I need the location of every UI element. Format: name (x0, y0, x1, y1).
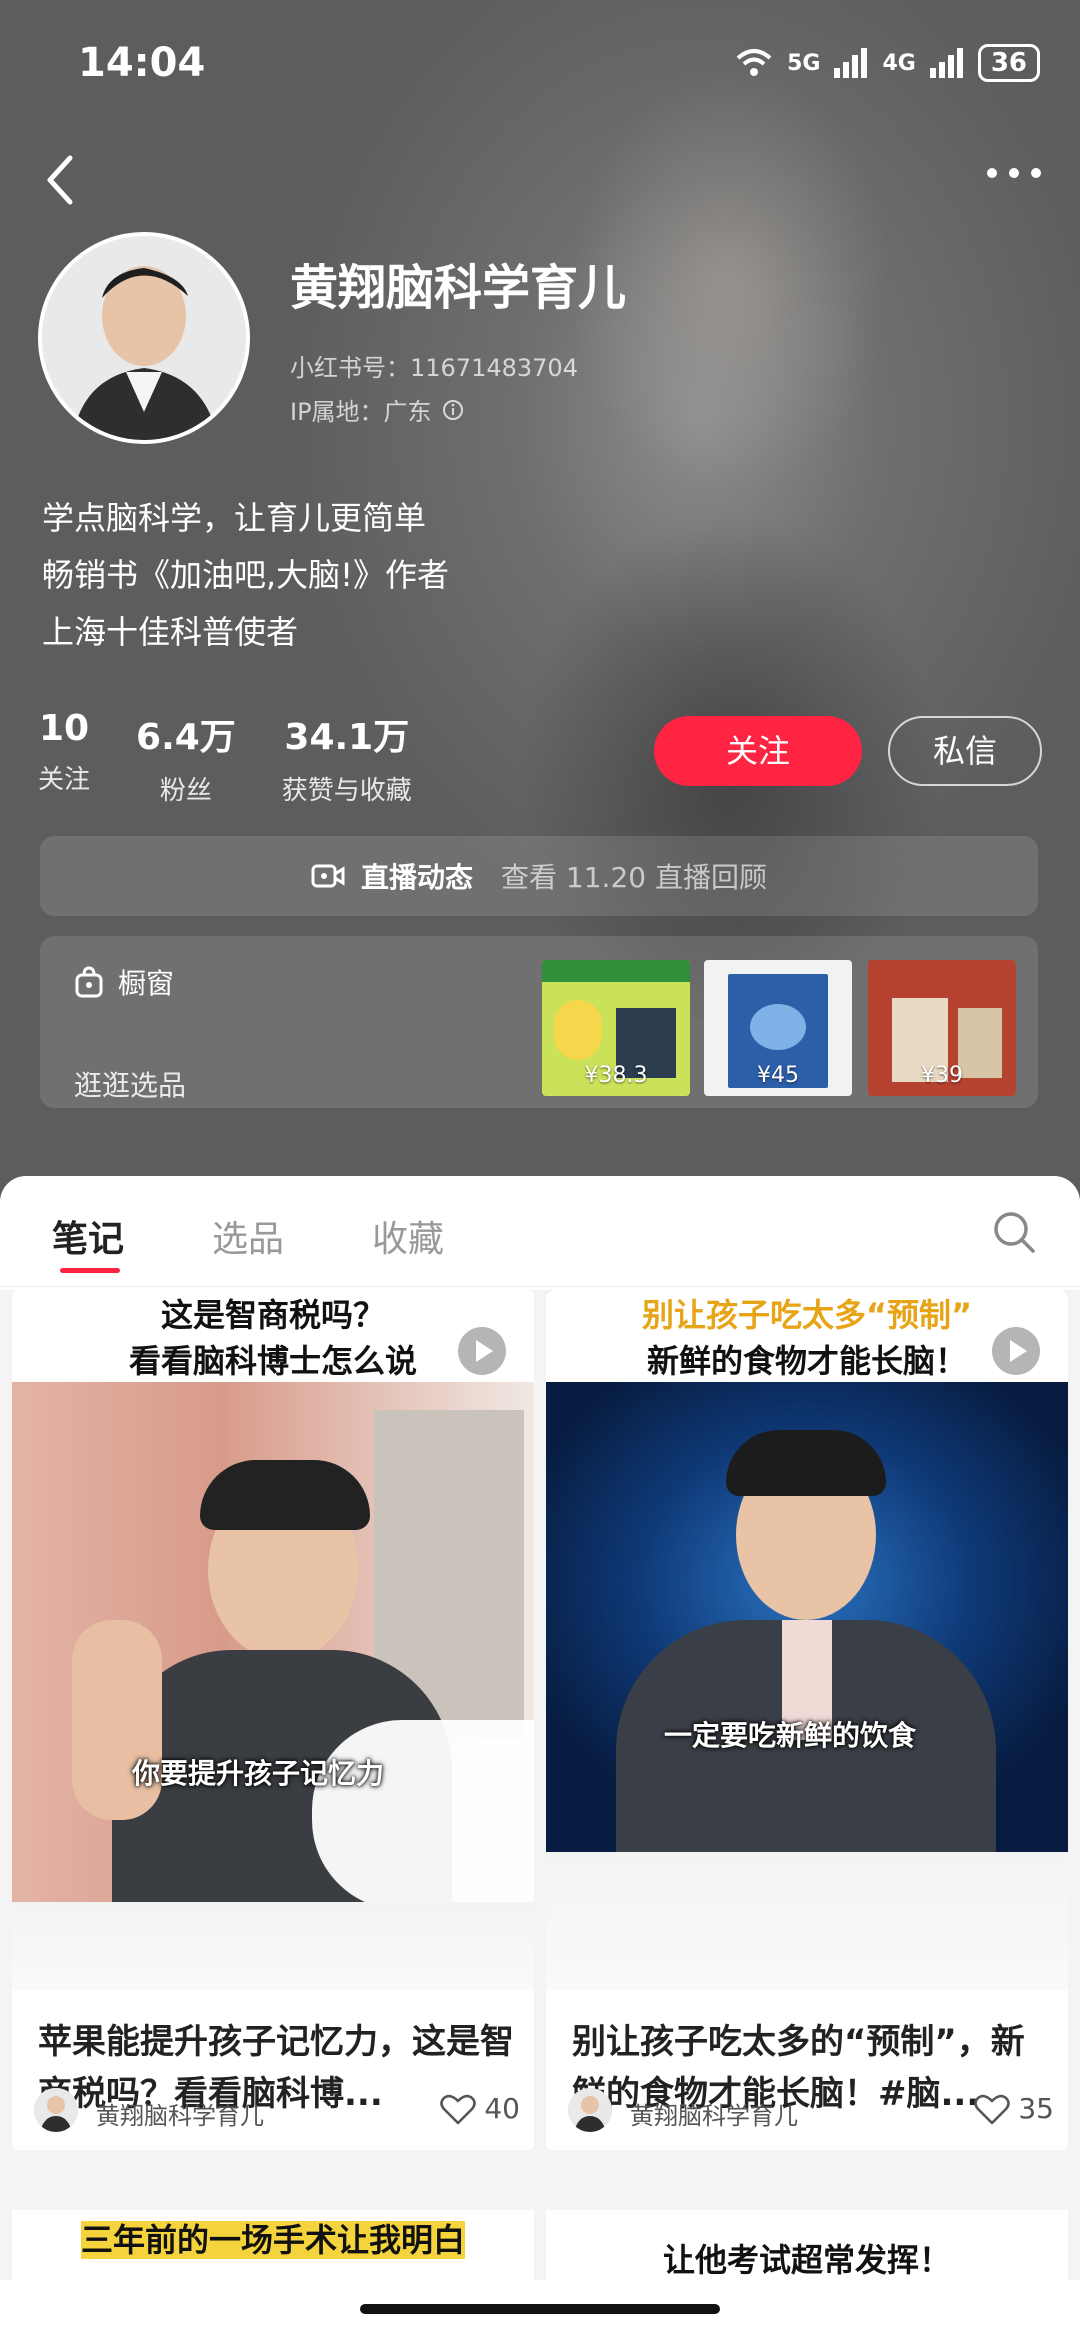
product-item-1[interactable]: ¥38.3 (542, 960, 690, 1096)
note-card-2[interactable]: 别让孩子吃太多“预制” 新鲜的食物才能长脑！ 一定要吃新鲜的饮食 别让孩子吃太多… (546, 1290, 1068, 2150)
live-activity-card[interactable]: 直播动态 查看 11.20 直播回顾 (40, 836, 1038, 916)
profile-avatar[interactable] (38, 232, 250, 444)
product-price-3: ¥39 (921, 1063, 963, 1088)
like-count-2: 35 (1018, 2092, 1054, 2125)
profile-id: 小红书号：11671483704 (290, 354, 578, 382)
caption-1-line-1: 这是智商税吗？ (160, 1296, 385, 1334)
signal-icon-2 (929, 48, 963, 78)
heart-icon (440, 2094, 477, 2124)
presenter-hair-2 (726, 1430, 886, 1496)
live-replay-link[interactable]: 查看 11.20 直播回顾 (501, 856, 767, 896)
follow-button[interactable]: 关注 (654, 716, 862, 786)
wifi-icon (736, 49, 772, 76)
note-card-1[interactable]: 这是智商税吗？ 看看脑科博士怎么说 你要提升孩子记忆力 苹果能提升孩子记忆力，这… (12, 1290, 534, 2150)
more-options-icon[interactable] (984, 158, 1044, 188)
author-name-1[interactable]: 黄翔脑科学育儿 (96, 2096, 264, 2131)
home-indicator[interactable] (360, 2304, 720, 2314)
live-video-icon (311, 864, 345, 888)
product-2-art (750, 1004, 806, 1050)
shop-title-row: 橱窗 (74, 962, 174, 1002)
stat-likes-label: 获赞与收藏 (281, 776, 412, 806)
shop-subtitle: 逛逛选品 (74, 1069, 187, 1102)
caption-2-line-1: 别让孩子吃太多“预制” (641, 1296, 973, 1334)
presenter-hair-1 (200, 1460, 370, 1530)
like-button-1[interactable]: 40 (440, 2092, 520, 2125)
status-icons: 5G 4G 36 (735, 44, 1040, 82)
tab-underline (60, 1268, 120, 1273)
stat-following[interactable]: 10 关注 (38, 708, 90, 807)
note-caption-1: 这是智商税吗？ 看看脑科博士怎么说 (12, 1292, 534, 1384)
product-item-3[interactable]: ¥39 (868, 960, 1016, 1096)
bio-line-3: 上海十佳科普使者 (42, 613, 299, 651)
like-count-1: 40 (484, 2092, 520, 2125)
note-caption-4: 让他考试超常发挥！ (662, 2241, 951, 2279)
like-button-2[interactable]: 35 (974, 2092, 1054, 2125)
note-caption-2: 别让孩子吃太多“预制” 新鲜的食物才能长脑！ (546, 1292, 1068, 1384)
profile-name: 黄翔脑科学育儿 (290, 260, 627, 316)
product-price-1: ¥38.3 (584, 1063, 648, 1088)
notes-feed: 这是智商税吗？ 看看脑科博士怎么说 你要提升孩子记忆力 苹果能提升孩子记忆力，这… (0, 1290, 1080, 2337)
author-avatar-2[interactable] (568, 2088, 612, 2132)
shopping-bag-icon (75, 966, 103, 998)
product-item-2[interactable]: ¥45 (704, 960, 852, 1096)
info-icon[interactable] (442, 399, 464, 421)
video-play-icon (458, 1327, 506, 1375)
stat-fans-label: 粉丝 (159, 776, 212, 806)
profile-stats: 10 关注 6.4万 粉丝 34.1万 获赞与收藏 (38, 708, 412, 807)
network-4g-label: 4G (882, 50, 916, 76)
product-price-2: ¥45 (757, 1063, 799, 1088)
caption-1-line-2: 看看脑科博士怎么说 (128, 1342, 417, 1380)
stat-following-label: 关注 (38, 765, 91, 795)
live-label: 直播动态 (361, 861, 474, 894)
tab-notes[interactable]: 笔记 (52, 1210, 124, 1262)
cloud-graphic-1 (312, 1720, 534, 1910)
note-footer-2: 黄翔脑科学育儿 35 (568, 2078, 1054, 2138)
tab-favorites[interactable]: 收藏 (372, 1210, 444, 1262)
stat-following-count: 10 (38, 708, 90, 749)
stat-fans-count: 6.4万 (136, 717, 236, 758)
profile-ip: IP属地：广东 (290, 398, 432, 426)
network-5g-label: 5G (787, 50, 821, 76)
author-avatar-1[interactable] (34, 2088, 78, 2132)
thumb-fade-1 (12, 1902, 534, 1990)
profile-ip-row: IP属地：广东 (290, 392, 464, 427)
stat-fans[interactable]: 6.4万 粉丝 (136, 708, 236, 807)
status-time: 14:04 (78, 40, 206, 86)
profile-header: 14:04 5G 4G 36 黄翔脑科学育儿 小红书号：11671483704 … (0, 0, 1080, 1230)
video-play-icon-2 (992, 1327, 1040, 1375)
note-thumbnail-2: 别让孩子吃太多“预制” 新鲜的食物才能长脑！ 一定要吃新鲜的饮食 (546, 1290, 1068, 1990)
heart-icon-2 (974, 2094, 1011, 2124)
note-caption-3: 三年前的一场手术让我明白 (12, 2220, 534, 2260)
author-avatar-art-1 (34, 2088, 78, 2132)
caption-2-line-2: 新鲜的食物才能长脑！ (646, 1342, 967, 1380)
battery-icon: 36 (977, 44, 1040, 82)
message-button[interactable]: 私信 (888, 716, 1042, 786)
product-1-art (554, 1000, 602, 1060)
bio-line-1: 学点脑科学，让育儿更简单 (42, 499, 427, 537)
signal-icon (834, 48, 868, 78)
author-name-2[interactable]: 黄翔脑科学育儿 (630, 2096, 798, 2131)
tab-bar: 笔记 选品 收藏 (0, 1176, 1080, 1287)
bio-line-2: 畅销书《加油吧,大脑!》作者 (42, 556, 450, 594)
stat-likes[interactable]: 34.1万 获赞与收藏 (282, 708, 412, 807)
note-footer-1: 黄翔脑科学育儿 40 (34, 2078, 520, 2138)
back-arrow-icon[interactable] (40, 150, 80, 210)
search-icon[interactable] (992, 1210, 1036, 1254)
stat-likes-count: 34.1万 (284, 717, 410, 758)
author-avatar-art-2 (568, 2088, 612, 2132)
note-thumbnail-1: 这是智商税吗？ 看看脑科博士怎么说 你要提升孩子记忆力 (12, 1290, 534, 1990)
status-bar: 14:04 5G 4G 36 (0, 0, 1080, 120)
product-1-banner (542, 960, 690, 982)
tab-picks[interactable]: 选品 (212, 1210, 284, 1262)
video-subtitle-2: 一定要吃新鲜的饮食 (664, 1719, 917, 1752)
thumb-fade-2 (546, 1852, 1068, 1990)
shop-title: 橱窗 (118, 967, 175, 1000)
profile-bio: 学点脑科学，让育儿更简单 畅销书《加油吧,大脑!》作者 上海十佳科普使者 (42, 490, 449, 661)
avatar-portrait (42, 236, 246, 440)
shop-window-card[interactable]: 橱窗 逛逛选品 ¥38.3 ¥45 ¥39 (40, 936, 1038, 1108)
content-panel: 笔记 选品 收藏 这是智商税吗？ 看看脑科博士怎么说 你要提升孩子记忆力 苹果能… (0, 1176, 1080, 2337)
video-subtitle-1: 你要提升孩子记忆力 (132, 1757, 385, 1790)
caption-3-line-1: 三年前的一场手术让我明白 (80, 2221, 465, 2259)
